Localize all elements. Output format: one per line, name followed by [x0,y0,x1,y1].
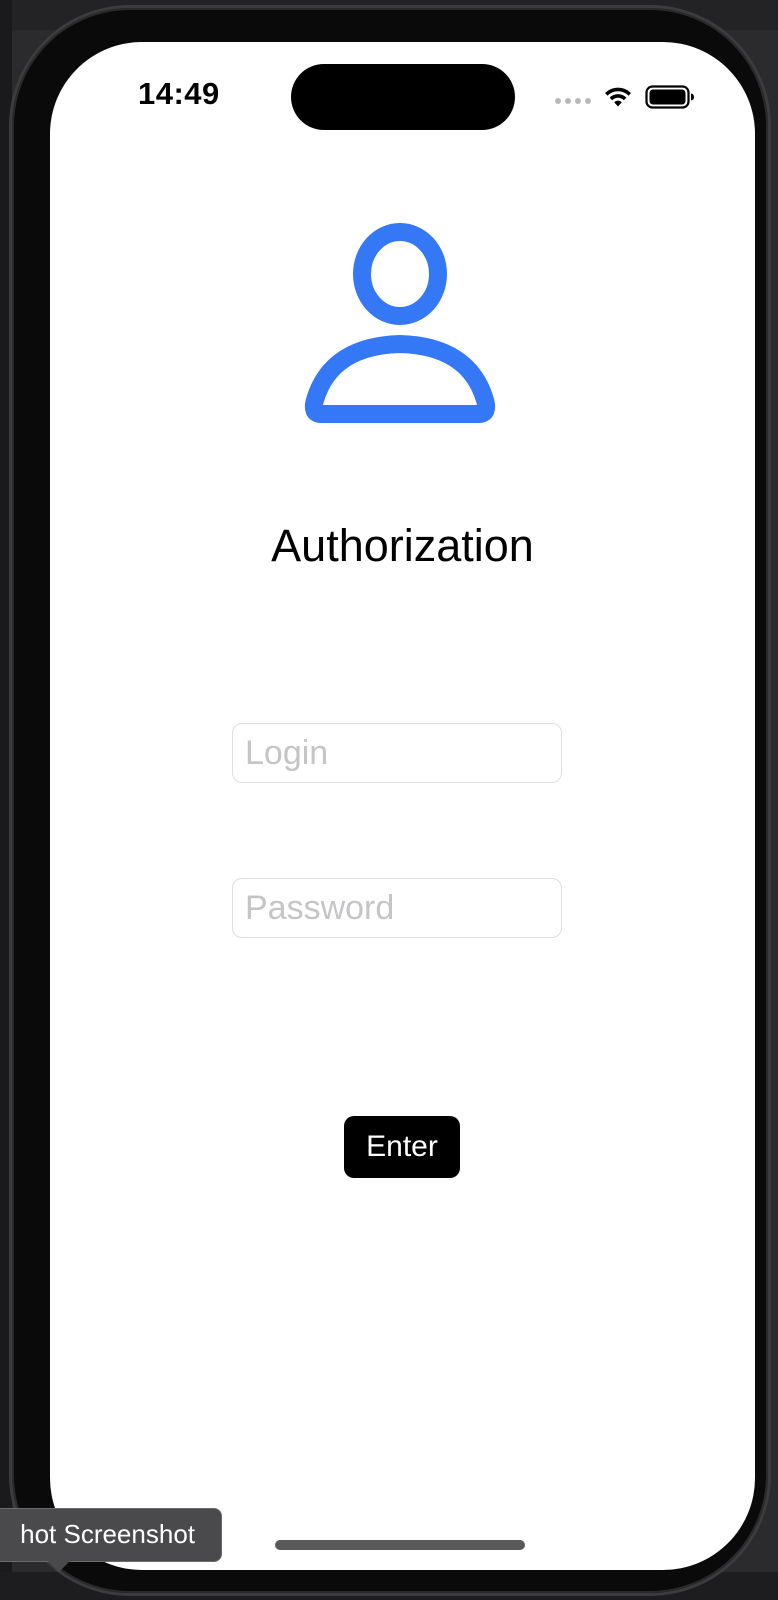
password-input[interactable] [232,878,562,938]
wifi-icon [605,87,631,107]
page-title: Authorization [271,520,534,571]
phone-screen: 14:49 Authorization Enter [50,42,755,1570]
person-icon [304,223,496,423]
status-time: 14:49 [138,76,220,111]
tooltip-arrow [48,1561,70,1572]
host-window-left-edge [0,0,12,1600]
dynamic-island [291,64,515,130]
status-indicators [555,82,695,112]
phone-frame: 14:49 Authorization Enter [12,8,768,1593]
home-indicator[interactable] [275,1540,525,1550]
signal-dots-icon [555,98,591,104]
login-input[interactable] [232,723,562,783]
enter-button[interactable]: Enter [344,1116,460,1178]
screenshot-tooltip: hot Screenshot [0,1508,222,1562]
battery-icon [645,85,694,109]
